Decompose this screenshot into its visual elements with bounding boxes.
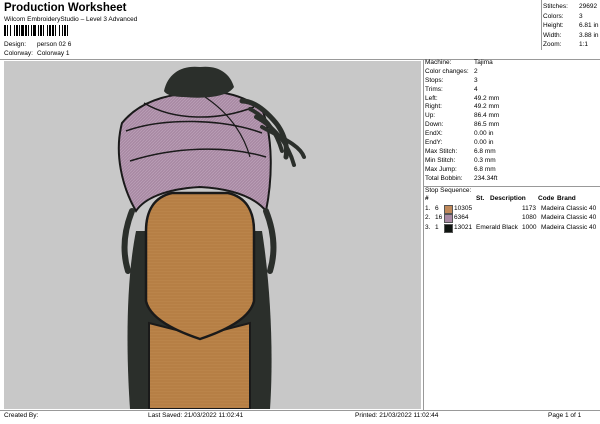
table-row: 1. 6 10305 1173 Madeira Classic 40: [425, 204, 597, 214]
header-divider: [0, 59, 600, 60]
stats-row-height: Height: 6.81 in: [543, 22, 599, 29]
machine-row: Left: 49.2 mm: [425, 94, 500, 102]
design-row: Design: person 02 6: [4, 41, 71, 48]
machine-row: EndX: 0.00 in: [425, 130, 494, 138]
table-row: 2. 16 6364 1080 Madeira Classic 40: [425, 214, 597, 223]
table-header: # Description St. Code Brand: [425, 194, 600, 204]
stats-divider: [541, 0, 542, 50]
stats-row-colors: Colors: 3: [543, 12, 583, 20]
design-label: Design:: [4, 41, 27, 48]
footer-last-saved: Last Saved: 21/03/2022 11:02:41: [148, 412, 244, 419]
footer-printed: Printed: 21/03/2022 11:02:44: [355, 412, 439, 419]
machine-row: Min Stitch: 0.3 mm: [425, 156, 496, 164]
colorway-value: Colorway 1: [37, 50, 70, 57]
design-preview: [4, 61, 421, 410]
machine-row: Up: 86.4 mm: [425, 112, 500, 120]
footer-page: Page 1 of 1: [548, 412, 582, 419]
stop-sequence-table: Stop Sequence: # Description St. Code Br…: [425, 187, 600, 233]
barcode-bar: [67, 25, 68, 36]
color-swatch: [444, 223, 453, 233]
machine-row: Down: 86.5 mm: [425, 121, 500, 129]
machine-row: Trims: 4: [425, 85, 478, 93]
page-title: Production Worksheet: [4, 2, 127, 14]
machine-row: Total Bobbin: 234.34ft: [425, 174, 498, 182]
stats-row-zoom: Zoom: 1:1: [543, 41, 589, 48]
footer-divider: [0, 410, 600, 411]
colorway-row: Colorway: Colorway 1: [4, 50, 70, 57]
machine-row: Right: 49.2 mm: [425, 103, 500, 111]
software-subtitle: Wilcom EmbroideryStudio – Level 3 Advanc…: [4, 16, 138, 23]
header-code: Code: [538, 195, 555, 202]
machine-row: EndY: 0.00 in: [425, 139, 494, 147]
header-number: #: [425, 195, 429, 202]
stats-row-stitches: Stitches: 29692: [543, 3, 598, 10]
panel-divider: [423, 59, 424, 410]
footer-created-by: Created By:: [4, 412, 39, 419]
header-description: Description: [490, 195, 526, 202]
table-row: 3. 1 13021 Emerald Black 1000 Madeira Cl…: [425, 223, 597, 233]
colorway-label: Colorway:: [4, 50, 33, 57]
barcode: [4, 25, 99, 36]
machine-row: Max Stitch: 6.8 mm: [425, 147, 496, 155]
machine-info-panel: Machine: Tajima Color changes: 2 Stops: 3 T…: [425, 59, 499, 183]
machine-row: Stops: 3: [425, 76, 478, 84]
machine-row: Machine: Tajima: [425, 59, 493, 66]
stats-row-width: Width: 3.88 in: [543, 31, 599, 39]
machine-row: Color changes: 2: [425, 67, 478, 75]
machine-row: Max Jump: 6.8 mm: [425, 165, 496, 173]
stats-panel: Stitches: 29692 Colors: 3 Height: 6.81 in W…: [543, 2, 599, 50]
header-stitches: St.: [476, 195, 485, 202]
embroidery-design-image: [117, 66, 306, 410]
design-value: person 02 6: [37, 41, 72, 48]
header-brand: Brand: [557, 195, 576, 202]
